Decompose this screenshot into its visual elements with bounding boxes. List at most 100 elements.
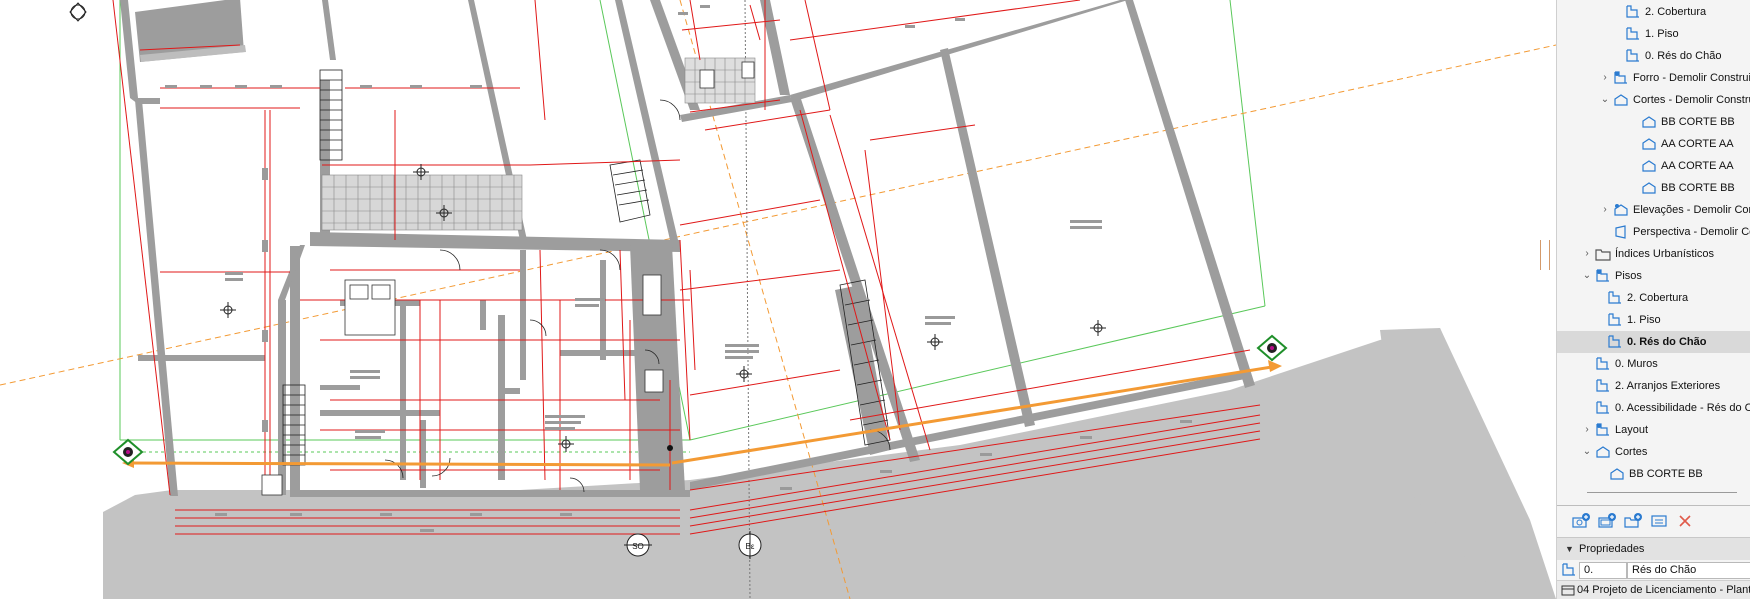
tree-item-piso[interactable]: 1. Piso <box>1557 23 1750 45</box>
tree-item-piso[interactable]: 1. Piso <box>1557 309 1750 331</box>
tree-item-label: Perspectiva - Demolir Construir <box>1633 226 1750 238</box>
navigator-panel: 2. Cobertura 1. Piso 0. Rés do Chão › Fo… <box>1557 0 1750 599</box>
north-marker <box>69 2 87 22</box>
story-group-icon <box>1613 71 1629 85</box>
drawing-canvas[interactable]: SO Bε <box>0 0 1556 599</box>
tree-item-section[interactable]: AA CORTE AA <box>1557 133 1750 155</box>
tree-item-acessibilidade[interactable]: 0. Acessibilidade - Rés do Chão <box>1557 397 1750 419</box>
tree-item-label: 2. Cobertura <box>1627 292 1689 304</box>
section-icon <box>1609 467 1625 481</box>
tree-scrollbar[interactable] <box>1587 492 1737 493</box>
story-icon <box>1607 313 1623 327</box>
tree-item-label: Layout <box>1615 424 1649 436</box>
settings-icon[interactable] <box>1649 512 1669 530</box>
tree-item-label: 0. Acessibilidade - Rés do Chão <box>1615 402 1750 414</box>
tree-item-arranjos[interactable]: 2. Arranjos Exteriores <box>1557 375 1750 397</box>
tree-item-label: Elevações - Demolir Construir <box>1633 204 1750 216</box>
section-arrow-right <box>1268 360 1282 372</box>
section-icon <box>1641 137 1657 151</box>
tree-item-label: AA CORTE AA <box>1661 138 1734 150</box>
section-group-icon <box>1613 93 1629 107</box>
chevron-right-icon[interactable]: › <box>1581 419 1593 441</box>
tiled-patio <box>321 174 523 231</box>
view-id-field[interactable]: 0. <box>1579 562 1627 579</box>
tree-item-label: Índices Urbanísticos <box>1615 248 1715 260</box>
story-icon <box>1595 401 1611 415</box>
tree-item-section[interactable]: BB CORTE BB <box>1557 111 1750 133</box>
tree-item-label: 1. Piso <box>1627 314 1661 326</box>
section-marker-right <box>1256 334 1288 362</box>
delete-icon[interactable] <box>1675 512 1695 530</box>
tree-item-res-do-chao-selected[interactable]: 0. Rés do Chão <box>1557 331 1750 353</box>
chevron-down-icon[interactable]: ⌄ <box>1581 441 1593 463</box>
story-icon <box>1607 291 1623 305</box>
tree-item-label: 0. Rés do Chão <box>1645 50 1722 62</box>
story-group-icon <box>1595 423 1611 437</box>
tree-item-cortes-demolir[interactable]: ⌄ Cortes - Demolir Construir <box>1557 89 1750 111</box>
project-tree[interactable]: 2. Cobertura 1. Piso 0. Rés do Chão › Fo… <box>1557 0 1750 490</box>
section-group-icon <box>1595 445 1611 459</box>
tree-item-label: BB CORTE BB <box>1629 468 1703 480</box>
stairs <box>282 69 891 466</box>
tree-item-label: Cortes <box>1615 446 1648 458</box>
story-icon <box>1625 49 1641 63</box>
chevron-right-icon[interactable]: › <box>1581 243 1593 265</box>
floor-plan-drawing[interactable]: SO Bε <box>0 0 1556 599</box>
story-group-icon <box>1595 269 1611 283</box>
section-icon <box>1641 159 1657 173</box>
story-icon <box>1595 379 1611 393</box>
collapse-triangle-icon[interactable]: ▼ <box>1565 538 1574 560</box>
tree-item-cobertura[interactable]: 2. Cobertura <box>1557 287 1750 309</box>
tree-item-cortes[interactable]: ⌄ Cortes <box>1557 441 1750 463</box>
tree-item-section[interactable]: BB CORTE BB <box>1557 463 1750 485</box>
tree-item-muros[interactable]: 0. Muros <box>1557 353 1750 375</box>
tree-item-label: 2. Cobertura <box>1645 6 1707 18</box>
section-marker-left <box>112 438 144 466</box>
chevron-down-icon[interactable]: ⌄ <box>1581 265 1593 287</box>
tree-item-label: Pisos <box>1615 270 1642 282</box>
origin-point <box>667 445 673 451</box>
story-icon <box>1595 357 1611 371</box>
perspective-icon <box>1613 225 1629 239</box>
folder-icon <box>1595 247 1611 261</box>
tree-item-cobertura[interactable]: 2. Cobertura <box>1557 1 1750 23</box>
panel-resize-handle[interactable] <box>1540 240 1550 270</box>
tree-item-forro[interactable]: › Forro - Demolir Construir <box>1557 67 1750 89</box>
tree-item-elevacoes[interactable]: › Elevações - Demolir Construir <box>1557 199 1750 221</box>
chevron-right-icon[interactable]: › <box>1599 67 1611 89</box>
elevation-group-icon <box>1613 203 1629 217</box>
section-icon <box>1641 115 1657 129</box>
new-view-icon[interactable] <box>1571 512 1591 530</box>
layout-status-text: 04 Projeto de Licenciamento - Planta <box>1577 584 1750 596</box>
tree-item-label: 0. Muros <box>1615 358 1658 370</box>
new-folder-icon[interactable] <box>1623 512 1643 530</box>
properties-header[interactable]: ▼ Propriedades <box>1557 537 1750 561</box>
tree-item-pisos[interactable]: ⌄ Pisos <box>1557 265 1750 287</box>
chevron-right-icon[interactable]: › <box>1599 199 1611 221</box>
navigator-toolbar <box>1557 505 1750 536</box>
story-icon <box>1625 27 1641 41</box>
layout-status-bar[interactable]: 04 Projeto de Licenciamento - Planta <box>1557 580 1750 599</box>
tree-item-label: Forro - Demolir Construir <box>1633 72 1750 84</box>
tree-item-label: BB CORTE BB <box>1661 116 1735 128</box>
chevron-down-icon[interactable]: ⌄ <box>1599 89 1611 111</box>
tree-item-indices[interactable]: › Índices Urbanísticos <box>1557 243 1750 265</box>
tree-item-perspectiva[interactable]: Perspectiva - Demolir Construir <box>1557 221 1750 243</box>
story-icon <box>1607 335 1623 349</box>
view-name-field[interactable]: Rés do Chão <box>1627 562 1750 579</box>
marker-so-label: SO <box>632 542 644 551</box>
properties-row: 0. Rés do Chão <box>1557 560 1750 580</box>
tree-item-label: 2. Arranjos Exteriores <box>1615 380 1721 392</box>
tree-item-section[interactable]: BB CORTE BB <box>1557 177 1750 199</box>
tree-item-label: BB CORTE BB <box>1661 182 1735 194</box>
section-icon <box>1641 181 1657 195</box>
layout-book-icon <box>1561 584 1575 599</box>
marker-be-label: Bε <box>746 542 755 551</box>
tree-item-res-do-chao[interactable]: 0. Rés do Chão <box>1557 45 1750 67</box>
tree-item-label: 1. Piso <box>1645 28 1679 40</box>
properties-title: Propriedades <box>1579 543 1645 555</box>
tree-item-section[interactable]: AA CORTE AA <box>1557 155 1750 177</box>
clone-view-icon[interactable] <box>1597 512 1617 530</box>
tree-item-layout[interactable]: › Layout <box>1557 419 1750 441</box>
tree-item-label: AA CORTE AA <box>1661 160 1734 172</box>
